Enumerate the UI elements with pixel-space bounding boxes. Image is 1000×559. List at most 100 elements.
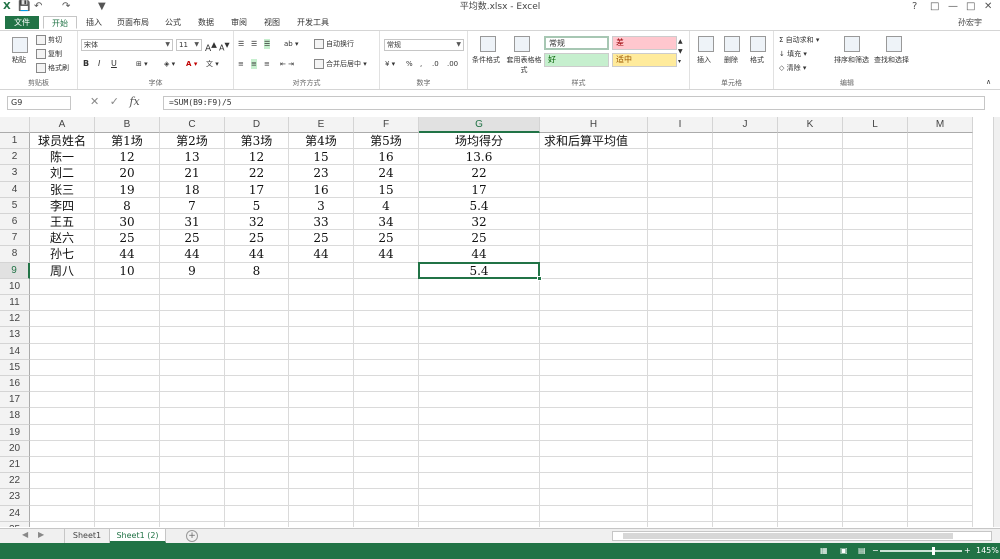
cell-g24[interactable]: [419, 505, 540, 522]
collapse-ribbon-icon[interactable]: ∧: [986, 77, 991, 87]
shrink-font-button[interactable]: A▼: [219, 40, 230, 54]
cell-b10[interactable]: [95, 278, 160, 295]
cell-l21[interactable]: [843, 457, 908, 474]
cell-e25[interactable]: [289, 521, 354, 527]
cell-b17[interactable]: [95, 392, 160, 409]
cell-h2[interactable]: [540, 149, 648, 166]
cell-a24[interactable]: [30, 505, 95, 522]
cell-c18[interactable]: [160, 408, 225, 425]
cell-e18[interactable]: [289, 408, 354, 425]
cell-h24[interactable]: [540, 505, 648, 522]
cell-b25[interactable]: [95, 521, 160, 527]
cell-a3[interactable]: 刘二: [30, 165, 95, 182]
cell-i23[interactable]: [648, 489, 713, 506]
align-right-icon[interactable]: ≡: [264, 59, 270, 69]
cell-a25[interactable]: [30, 521, 95, 527]
tab-page-layout[interactable]: 页面布局: [117, 16, 149, 29]
cell-g18[interactable]: [419, 408, 540, 425]
cell-h14[interactable]: [540, 343, 648, 360]
cell-h17[interactable]: [540, 392, 648, 409]
cell-k14[interactable]: [778, 343, 843, 360]
cell-f25[interactable]: [354, 521, 419, 527]
cell-g15[interactable]: [419, 359, 540, 376]
column-header-a[interactable]: A: [30, 117, 95, 133]
font-size-select[interactable]: 11 ▼: [176, 39, 202, 51]
cell-d7[interactable]: 25: [225, 230, 289, 247]
cell-j16[interactable]: [713, 376, 778, 393]
cell-e13[interactable]: [289, 327, 354, 344]
column-header-j[interactable]: J: [713, 117, 778, 133]
row-header-21[interactable]: 21: [0, 457, 30, 474]
cell-a2[interactable]: 陈一: [30, 149, 95, 166]
cell-k1[interactable]: [778, 133, 843, 150]
user-name[interactable]: 孙宏宇: [958, 17, 982, 28]
cell-e22[interactable]: [289, 473, 354, 490]
cell-l19[interactable]: [843, 424, 908, 441]
page-break-view-icon[interactable]: ▤: [858, 546, 866, 555]
cell-f7[interactable]: 25: [354, 230, 419, 247]
cell-g5[interactable]: 5.4: [419, 197, 540, 214]
cell-c13[interactable]: [160, 327, 225, 344]
cell-h19[interactable]: [540, 424, 648, 441]
align-bottom-icon[interactable]: ☰: [264, 39, 271, 49]
cell-k18[interactable]: [778, 408, 843, 425]
cell-i20[interactable]: [648, 440, 713, 457]
cell-e10[interactable]: [289, 278, 354, 295]
cell-f22[interactable]: [354, 473, 419, 490]
row-header-15[interactable]: 15: [0, 359, 30, 376]
zoom-slider[interactable]: [880, 547, 962, 555]
add-sheet-icon[interactable]: +: [186, 530, 198, 542]
fill-button[interactable]: ↓ 填充 ▾: [779, 49, 807, 59]
tab-view[interactable]: 视图: [264, 16, 280, 29]
align-middle-icon[interactable]: ☰: [251, 39, 257, 49]
tab-home[interactable]: 开始: [43, 16, 77, 29]
cell-m20[interactable]: [908, 440, 973, 457]
row-header-4[interactable]: 4: [0, 181, 30, 198]
row-header-24[interactable]: 24: [0, 505, 30, 522]
bold-button[interactable]: B: [83, 59, 89, 69]
cell-a22[interactable]: [30, 473, 95, 490]
cell-i2[interactable]: [648, 149, 713, 166]
cell-e15[interactable]: [289, 359, 354, 376]
cell-g8[interactable]: 44: [419, 246, 540, 263]
cell-i18[interactable]: [648, 408, 713, 425]
cell-a20[interactable]: [30, 440, 95, 457]
cell-m6[interactable]: [908, 214, 973, 231]
cell-b18[interactable]: [95, 408, 160, 425]
cell-a8[interactable]: 孙七: [30, 246, 95, 263]
column-header-c[interactable]: C: [160, 117, 225, 133]
cell-m5[interactable]: [908, 197, 973, 214]
cell-m16[interactable]: [908, 376, 973, 393]
cell-f13[interactable]: [354, 327, 419, 344]
number-format-select[interactable]: 常规 ▼: [384, 39, 464, 51]
orientation-icon[interactable]: ab ▾: [284, 39, 298, 49]
cell-a15[interactable]: [30, 359, 95, 376]
cell-g1[interactable]: 场均得分: [419, 133, 540, 150]
cell-i11[interactable]: [648, 295, 713, 312]
cell-m13[interactable]: [908, 327, 973, 344]
cell-j22[interactable]: [713, 473, 778, 490]
cell-f20[interactable]: [354, 440, 419, 457]
cell-m21[interactable]: [908, 457, 973, 474]
cell-f5[interactable]: 4: [354, 197, 419, 214]
cell-i12[interactable]: [648, 311, 713, 328]
cell-b21[interactable]: [95, 457, 160, 474]
cell-f24[interactable]: [354, 505, 419, 522]
cell-d16[interactable]: [225, 376, 289, 393]
column-header-g[interactable]: G: [419, 117, 540, 133]
cell-e5[interactable]: 3: [289, 197, 354, 214]
cell-c15[interactable]: [160, 359, 225, 376]
cell-k16[interactable]: [778, 376, 843, 393]
row-header-3[interactable]: 3: [0, 165, 30, 182]
align-top-icon[interactable]: ☰: [238, 39, 244, 49]
sheet-tab[interactable]: Sheet1: [64, 529, 110, 543]
cell-m3[interactable]: [908, 165, 973, 182]
wrap-text-button[interactable]: 自动换行: [314, 39, 354, 49]
cell-b20[interactable]: [95, 440, 160, 457]
cell-m15[interactable]: [908, 359, 973, 376]
cell-c7[interactable]: 25: [160, 230, 225, 247]
cell-i14[interactable]: [648, 343, 713, 360]
border-icon[interactable]: ⊞ ▾: [136, 59, 148, 69]
cell-d5[interactable]: 5: [225, 197, 289, 214]
cell-c3[interactable]: 21: [160, 165, 225, 182]
